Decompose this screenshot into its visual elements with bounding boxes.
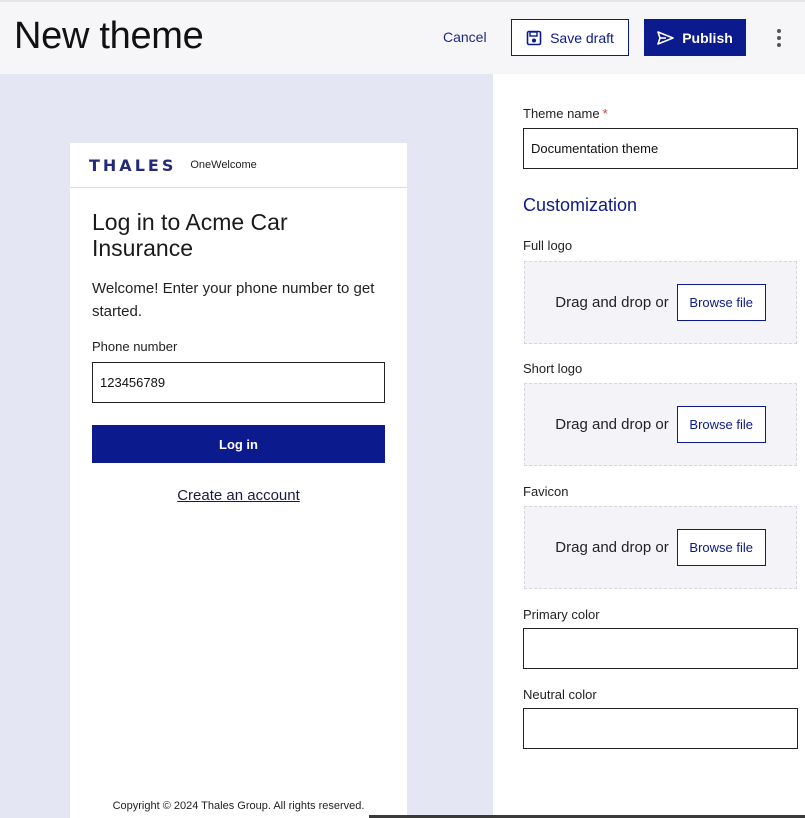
required-marker: * [602,106,608,121]
login-preview-card: THALES OneWelcome Log in to Acme Car Ins… [70,143,407,818]
save-draft-button[interactable]: Save draft [511,19,629,56]
login-button[interactable]: Log in [92,425,385,463]
dropzone-text: Drag and drop or [555,294,669,311]
short-logo-label: Short logo [523,361,583,376]
save-draft-label: Save draft [550,29,614,46]
paper-plane-icon [657,30,675,45]
theme-preview-area: THALES OneWelcome Log in to Acme Car Ins… [0,74,493,818]
full-logo-dropzone[interactable]: Drag and drop or Browse file [524,261,797,344]
full-logo-label: Full logo [523,238,573,253]
favicon-dropzone[interactable]: Drag and drop or Browse file [524,506,797,589]
welcome-text: Welcome! Enter your phone number to get … [92,280,375,320]
theme-name-label: Theme name * [523,106,608,121]
create-account-link[interactable]: Create an account [70,487,407,504]
floppy-disk-icon [526,30,542,45]
favicon-browse-button[interactable]: Browse file [676,529,766,566]
primary-color-label: Primary color [523,607,600,622]
short-logo-dropzone[interactable]: Drag and drop or Browse file [524,383,797,466]
neutral-color-label: Neutral color [523,687,597,702]
phone-number-input[interactable]: 123456789 [92,362,385,403]
thales-logo: THALES [89,155,177,175]
dropzone-text: Drag and drop or [555,539,669,556]
customization-heading: Customization [523,195,638,215]
neutral-color-input[interactable] [523,708,798,749]
page-header: New theme Cancel Save draft Publish [0,0,805,74]
short-logo-browse-button[interactable]: Browse file [676,406,766,443]
dropzone-text: Drag and drop or [555,416,669,433]
login-title: Log in to Acme Car Insurance [92,209,288,261]
full-logo-browse-button[interactable]: Browse file [676,284,766,321]
publish-button[interactable]: Publish [644,19,746,56]
cancel-button[interactable]: Cancel [443,29,487,45]
product-name: OneWelcome [190,159,257,171]
copyright-text: Copyright © 2024 Thales Group. All right… [112,800,365,812]
publish-label: Publish [682,29,733,46]
theme-name-label-text: Theme name [523,106,600,121]
favicon-label: Favicon [523,484,569,499]
theme-name-input[interactable]: Documentation theme [523,128,798,169]
primary-color-input[interactable] [523,628,798,669]
phone-number-label: Phone number [92,339,178,354]
page-title: New theme [14,15,204,57]
preview-card-header: THALES OneWelcome [70,143,407,188]
theme-settings-form: Theme name * Documentation theme Customiz… [493,74,805,818]
more-options-icon[interactable] [770,26,788,50]
